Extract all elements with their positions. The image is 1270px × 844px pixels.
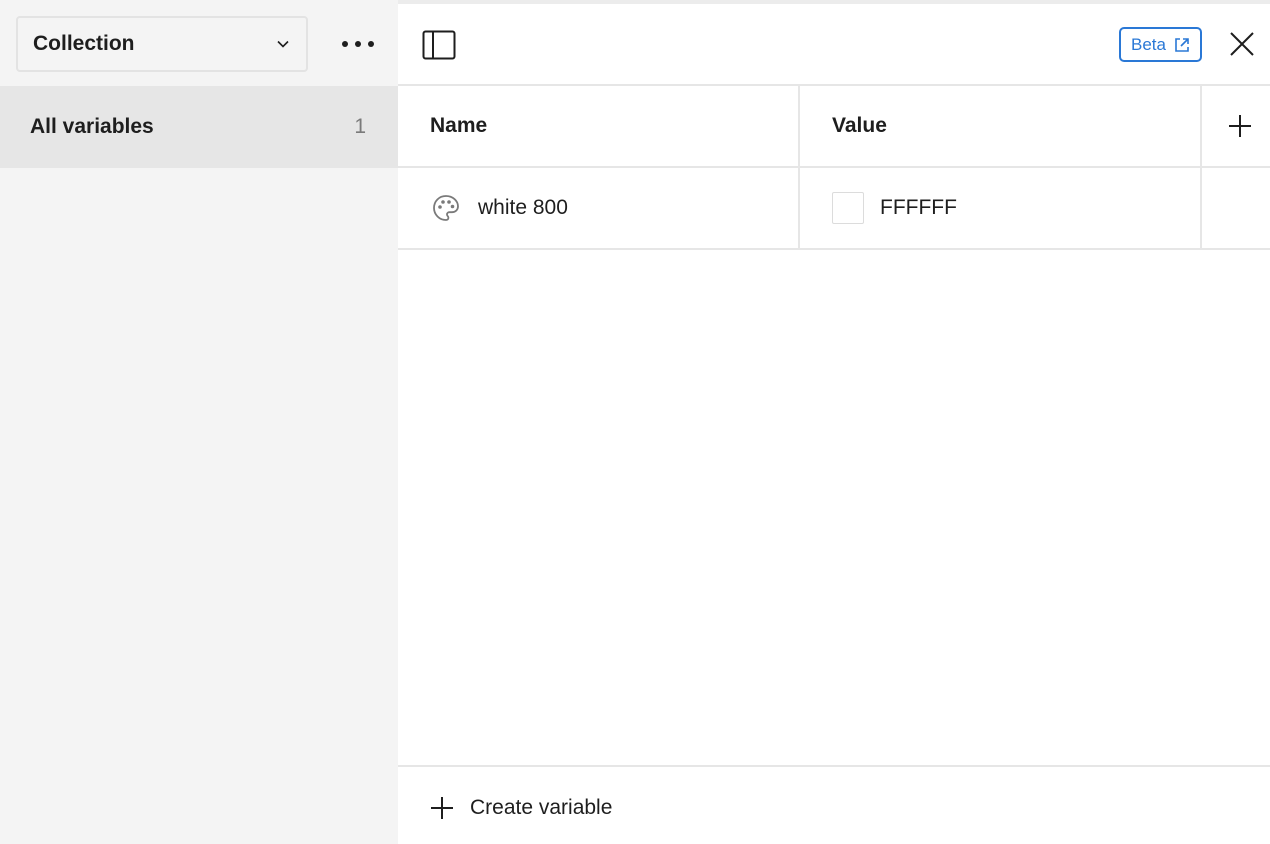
more-options-button[interactable] — [338, 30, 378, 58]
collection-dropdown[interactable]: Collection — [16, 16, 308, 72]
close-icon[interactable] — [1229, 31, 1255, 57]
beta-link-button[interactable]: Beta — [1119, 27, 1202, 62]
sidebar-item-count: 1 — [354, 115, 366, 138]
chevron-down-icon — [277, 40, 289, 48]
collection-dropdown-label: Collection — [33, 32, 135, 55]
column-header-name: Name — [398, 86, 800, 166]
sidebar-item-label: All variables — [30, 115, 154, 138]
add-column-button[interactable] — [1202, 86, 1270, 166]
create-variable-label: Create variable — [470, 795, 613, 819]
beta-label: Beta — [1131, 34, 1166, 54]
variable-name: white 800 — [478, 196, 568, 219]
main-panel: Beta Name Value white 800 FFFFFF Create … — [398, 0, 1270, 844]
palette-icon — [433, 195, 459, 221]
variable-name-cell[interactable]: white 800 — [398, 168, 800, 248]
toolbar: Beta — [398, 4, 1270, 86]
plus-icon — [431, 796, 453, 819]
more-horizontal-icon — [342, 41, 374, 47]
sidebar: Collection All variables 1 — [0, 0, 398, 844]
column-header-label: Value — [832, 114, 887, 137]
sidebar-toggle-icon[interactable] — [422, 30, 456, 60]
variable-value-cell[interactable]: FFFFFF — [800, 168, 1202, 248]
plus-icon — [1229, 115, 1251, 137]
table-row[interactable]: white 800 FFFFFF — [398, 168, 1270, 250]
variable-value: FFFFFF — [880, 196, 957, 219]
sidebar-item-all-variables[interactable]: All variables 1 — [0, 86, 398, 168]
column-header-value: Value — [800, 86, 1202, 166]
table-header: Name Value — [398, 86, 1270, 168]
color-swatch[interactable] — [832, 192, 864, 224]
external-link-icon — [1175, 37, 1189, 52]
column-header-label: Name — [430, 114, 488, 137]
create-variable-button[interactable]: Create variable — [398, 765, 1270, 844]
